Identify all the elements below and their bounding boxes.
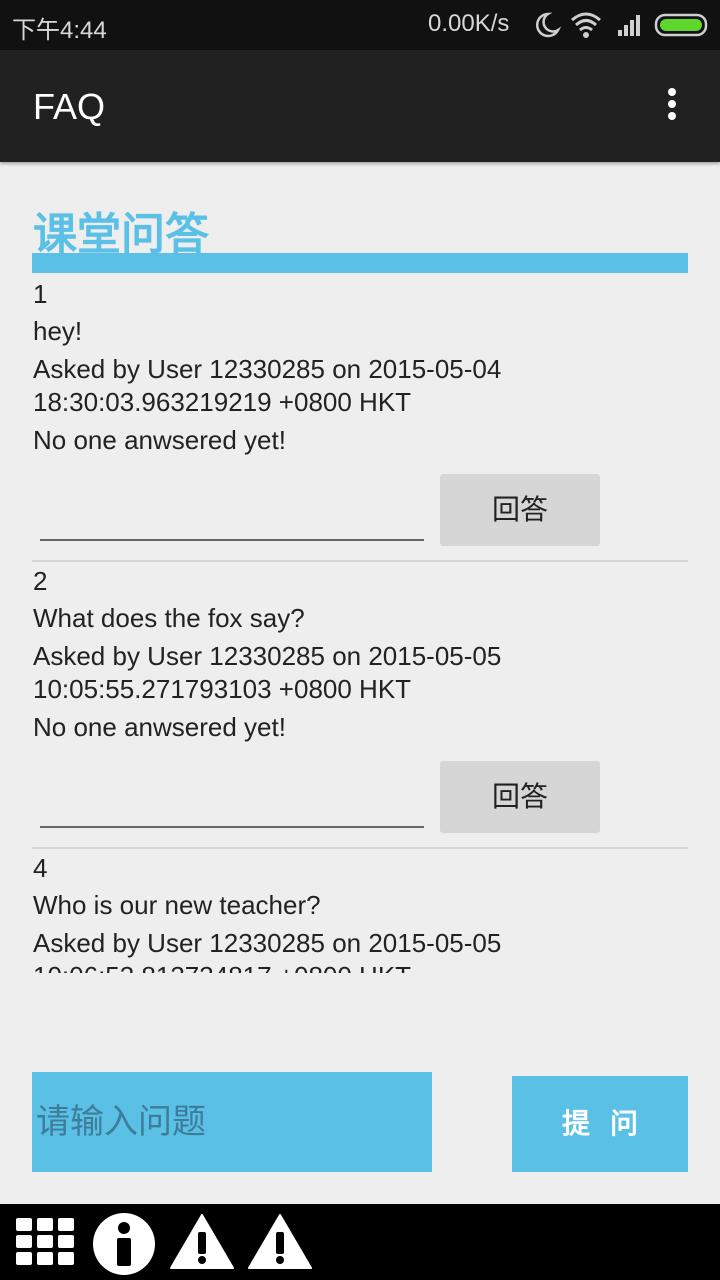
info-icon[interactable] bbox=[90, 1212, 158, 1278]
question-text: Who is our new teacher? bbox=[33, 890, 321, 920]
app-title: FAQ bbox=[33, 86, 106, 127]
signal-icon bbox=[618, 15, 640, 36]
question-item: 2 What does the fox say? Asked by User 1… bbox=[32, 562, 688, 849]
question-number: 1 bbox=[33, 279, 48, 309]
network-speed: 0.00K/s bbox=[428, 10, 510, 37]
battery-icon bbox=[654, 13, 708, 37]
question-item: 1 hey! Asked by User 12330285 on 2015-05… bbox=[32, 275, 688, 562]
app-bar: FAQ bbox=[0, 50, 720, 162]
status-icons bbox=[535, 12, 708, 38]
question-input[interactable]: 请输入问题 bbox=[32, 1072, 432, 1172]
grid-icon[interactable] bbox=[12, 1212, 78, 1272]
question-meta: Asked by User 12330285 on 2015-05-04 18:… bbox=[33, 354, 502, 417]
answer-status: No one anwsered yet! bbox=[33, 712, 286, 742]
question-meta: Asked by User 12330285 on 2015-05-05 10:… bbox=[33, 928, 502, 973]
status-bar: 下午4:44 0.00K/s bbox=[0, 0, 720, 50]
answer-button[interactable]: 回答 bbox=[440, 474, 600, 546]
section-divider bbox=[32, 253, 688, 273]
question-meta: Asked by User 12330285 on 2015-05-05 10:… bbox=[33, 641, 502, 704]
warning-icon[interactable] bbox=[168, 1212, 236, 1272]
moon-icon bbox=[535, 12, 562, 38]
question-text: hey! bbox=[33, 316, 83, 346]
answer-input[interactable] bbox=[40, 539, 424, 541]
question-number: 4 bbox=[33, 853, 48, 883]
question-text: What does the fox say? bbox=[33, 603, 305, 633]
ask-button[interactable]: 提问 bbox=[512, 1076, 688, 1172]
warning-icon[interactable] bbox=[246, 1212, 314, 1272]
question-number: 2 bbox=[33, 566, 48, 596]
answer-status: No one anwsered yet! bbox=[33, 425, 286, 455]
answer-input[interactable] bbox=[40, 826, 424, 828]
answer-button[interactable]: 回答 bbox=[440, 761, 600, 833]
question-item: 4 Who is our new teacher? Asked by User … bbox=[32, 849, 688, 973]
status-time: 下午4:44 bbox=[12, 17, 107, 44]
overflow-menu-icon[interactable] bbox=[664, 88, 680, 124]
question-list[interactable]: 1 hey! Asked by User 12330285 on 2015-05… bbox=[32, 275, 688, 973]
nav-bar bbox=[0, 1204, 720, 1280]
wifi-icon bbox=[571, 12, 601, 38]
